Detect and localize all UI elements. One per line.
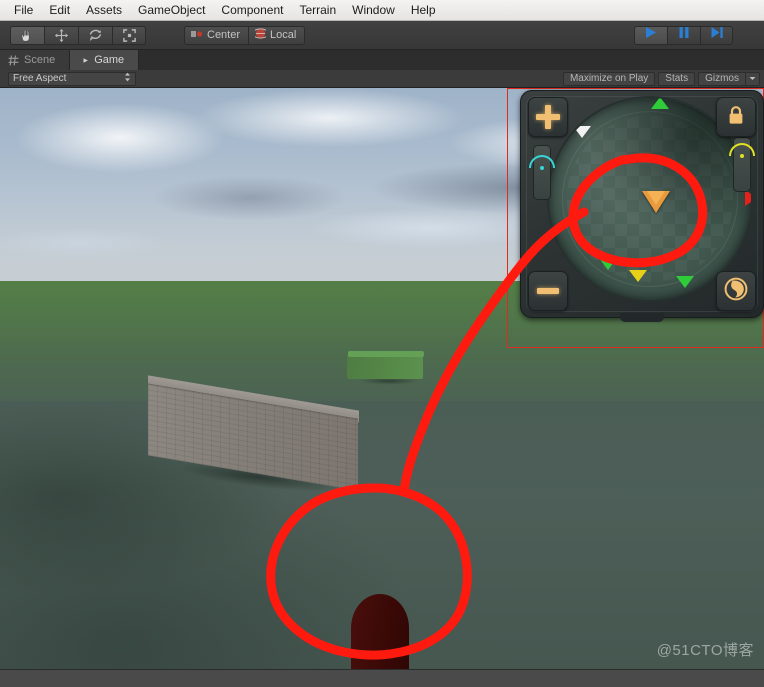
menu-bar: File Edit Assets GameObject Component Te… [0,0,764,21]
tab-scene[interactable]: Scene [0,50,71,70]
pivot-mode-button[interactable]: Center [184,25,249,45]
rotate-icon [88,28,103,43]
game-moon-icon [78,55,89,66]
minimap-world-map-button[interactable] [716,271,756,311]
menu-item-window[interactable]: Window [344,1,403,20]
menu-item-terrain[interactable]: Terrain [291,1,344,20]
gameview-toolbar-right: Maximize on Play Stats Gizmos [562,71,760,86]
blip-red-east[interactable] [745,190,751,206]
pivot-mode-label: Center [207,29,241,41]
play-icon [644,26,658,44]
blip-green-southwest[interactable] [599,258,617,270]
space-mode-label: Local [270,29,297,41]
green-platform-box-top [348,351,424,357]
gizmos-group: Gizmos [698,71,760,86]
menu-item-edit[interactable]: Edit [41,1,78,20]
scale-icon [122,28,137,43]
main-toolbar: Center Local [0,21,764,50]
minimap-zoom-out-button[interactable] [528,271,568,311]
hand-icon [20,28,35,43]
blip-green-south[interactable] [676,276,694,288]
right-arc-dot [740,154,744,158]
move-tool-button[interactable] [44,25,78,45]
aspect-ratio-value: Free Aspect [13,73,67,84]
gizmos-dropdown-button[interactable] [745,71,760,86]
pivot-icon [191,29,203,42]
menu-item-component[interactable]: Component [213,1,291,20]
minimap-bottom-notch [620,313,664,322]
player-arrow-marker [642,191,670,213]
menu-item-assets[interactable]: Assets [78,1,130,20]
step-forward-icon [710,26,724,44]
aspect-ratio-dropdown[interactable]: Free Aspect [8,71,136,86]
stats-toggle[interactable]: Stats [658,71,696,86]
pause-icon [678,26,690,44]
play-button[interactable] [634,25,667,45]
menu-item-file[interactable]: File [6,1,41,20]
globe-local-icon [252,28,269,42]
blip-white-northwest[interactable] [573,126,591,138]
blip-yellow-south[interactable] [629,270,647,282]
bottom-strip [0,669,764,687]
minimap-lock-button[interactable] [716,97,756,137]
green-platform-box[interactable] [347,354,423,379]
menu-item-gameobject[interactable]: GameObject [130,1,213,20]
dark-red-capsule[interactable] [351,594,409,669]
minimap-radar-widget[interactable] [520,90,764,322]
pause-button[interactable] [667,25,700,45]
step-button[interactable] [700,25,733,45]
scene-grid-icon [8,55,19,66]
left-slider-panel[interactable] [529,145,555,200]
transform-tool-group [10,25,146,45]
menu-item-help[interactable]: Help [403,1,444,20]
panel-tab-bar: Scene Game [0,50,764,70]
blip-green-north[interactable] [651,98,669,109]
pivot-space-group: Center Local [184,25,306,45]
globe-icon [723,276,749,307]
gameview-toolbar: Free Aspect Maximize on Play Stats Gizmo… [0,70,764,88]
tab-game[interactable]: Game [70,50,140,70]
space-mode-button[interactable]: Local [248,25,306,45]
move-icon [54,28,69,43]
gizmos-toggle[interactable]: Gizmos [698,71,745,86]
left-arc-dot [540,166,544,170]
tab-scene-label: Scene [24,54,56,66]
tab-game-label: Game [94,54,125,66]
unity-editor-window: File Edit Assets GameObject Component Te… [0,0,764,687]
rotate-tool-button[interactable] [78,25,112,45]
chevron-down-icon [749,73,756,84]
lock-icon [726,104,746,131]
minimap-zoom-in-button[interactable] [528,97,568,137]
updown-arrows-icon [124,72,131,85]
scale-tool-button[interactable] [112,25,146,45]
maximize-on-play-toggle[interactable]: Maximize on Play [562,71,656,86]
playback-controls [634,25,733,45]
right-slider-panel[interactable] [729,137,755,192]
hand-tool-button[interactable] [10,25,44,45]
